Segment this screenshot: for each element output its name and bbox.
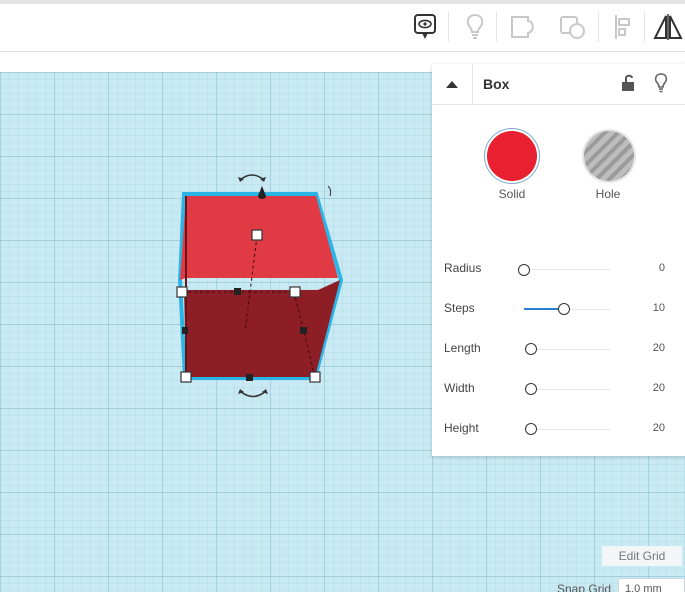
- resize-handle: [251, 229, 263, 241]
- edit-grid-button[interactable]: Edit Grid: [602, 546, 682, 566]
- param-steps-value[interactable]: 10: [625, 302, 665, 314]
- lock-icon[interactable]: [618, 72, 640, 94]
- resize-handle: [176, 286, 188, 298]
- hole-swatch[interactable]: [584, 131, 634, 181]
- param-width-knob[interactable]: [525, 383, 537, 395]
- lightbulb-icon[interactable]: [650, 72, 672, 94]
- solid-label: Solid: [498, 187, 526, 201]
- param-height-knob[interactable]: [525, 423, 537, 435]
- param-radius-slider[interactable]: [524, 269, 610, 270]
- param-radius-label: Radius: [444, 261, 482, 275]
- param-height-label: Height: [444, 421, 479, 435]
- resize-handle: [180, 371, 192, 383]
- midpoint-handle: [300, 327, 307, 334]
- midpoint-handle: [234, 288, 241, 295]
- param-radius-value[interactable]: 0: [625, 262, 665, 274]
- ungroup-shape-icon[interactable]: [556, 10, 590, 44]
- chevron-up-icon: [446, 81, 458, 88]
- group-shape-icon[interactable]: [506, 10, 540, 44]
- align-icon[interactable]: [606, 10, 640, 44]
- resize-handle: [289, 286, 301, 298]
- toolbar-separator: [496, 12, 497, 42]
- midpoint-handle: [246, 374, 253, 381]
- param-steps-knob[interactable]: [558, 303, 570, 315]
- toolbar-separator: [448, 12, 449, 42]
- inspector-header: Box: [432, 64, 685, 105]
- resize-handle: [309, 371, 321, 383]
- param-width-label: Width: [444, 381, 475, 395]
- notes-bubble-icon[interactable]: [408, 10, 442, 44]
- rotate-arrow-icon: [327, 185, 332, 197]
- param-length-knob[interactable]: [525, 343, 537, 355]
- box-shape[interactable]: [160, 162, 360, 422]
- toolbar-separator: [598, 12, 599, 42]
- inspector-title: Box: [483, 76, 510, 92]
- snap-grid-select[interactable]: 1.0 mm: [618, 578, 685, 592]
- midpoint-handle: [182, 327, 188, 334]
- param-steps-label: Steps: [444, 301, 475, 315]
- param-length-value[interactable]: 20: [625, 342, 665, 354]
- lightbulb-icon[interactable]: [458, 10, 492, 44]
- shape-inspector: Box Solid Hole Radius 0 Steps 10 Length …: [432, 64, 685, 456]
- solid-color-swatch[interactable]: [487, 131, 537, 181]
- param-radius-knob[interactable]: [518, 264, 530, 276]
- param-height-value[interactable]: 20: [625, 422, 665, 434]
- collapse-button[interactable]: [432, 64, 473, 104]
- param-width-value[interactable]: 20: [625, 382, 665, 394]
- rotate-arrow-icon: [239, 390, 267, 398]
- param-length-label: Length: [444, 341, 481, 355]
- toolbar: [0, 4, 685, 52]
- snap-grid-value: 1.0 mm: [625, 583, 662, 592]
- toolbar-separator: [644, 12, 645, 42]
- snap-grid-label: Snap Grid: [557, 582, 612, 592]
- mirror-icon[interactable]: [651, 10, 685, 44]
- hole-label: Hole: [595, 187, 621, 201]
